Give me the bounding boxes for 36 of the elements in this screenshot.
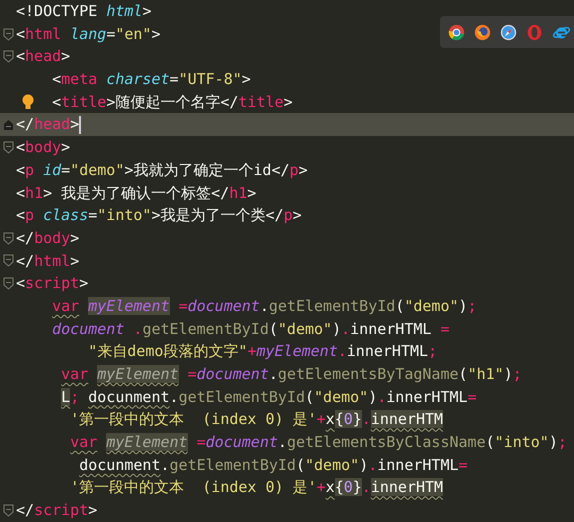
code-line: <!DOCTYPE html>	[16, 1, 152, 22]
code-line: </head>	[16, 114, 82, 136]
code-line: "来自demo段落的文字"+myElement.innerHTML;	[88, 341, 438, 362]
code-line: var myElement =document.getElementById("demo");	[52, 296, 477, 317]
code-line: <head>	[16, 46, 70, 68]
fold-icon[interactable]	[2, 50, 14, 64]
lightbulb-icon[interactable]	[22, 94, 34, 110]
code-line: document .getElementById("demo").innerHTML =	[52, 318, 450, 340]
ring-icon[interactable]	[526, 24, 543, 40]
code-line: '第一段中的文本 (index 0) 是'+x{0}.innerHTM	[70, 477, 444, 498]
code-line: var myElement =document.getElementsByTagName("h1");	[61, 364, 522, 385]
fold-icon[interactable]	[2, 254, 14, 268]
code-line: <meta charset="UTF-8">	[52, 69, 251, 90]
code-line: <title>随便起一个名字</title>	[52, 92, 293, 113]
bookmark-icon	[2, 118, 14, 131]
compass-icon[interactable]	[500, 24, 517, 40]
code-line: <script>	[16, 273, 88, 294]
chrome-like-icon[interactable]	[448, 24, 465, 40]
fold-icon[interactable]	[2, 277, 14, 290]
fold-icon[interactable]	[2, 232, 14, 245]
code-line: docunment.getElementById("demo").innerHTML=	[79, 454, 468, 476]
code-line: </body>	[16, 228, 80, 249]
code-line: var myElement =document.getElementsByClassName("into");	[70, 432, 567, 454]
fold-icon[interactable]	[2, 504, 14, 517]
code-line: <body>	[16, 137, 70, 158]
code-line: <html lang="en">	[16, 24, 160, 45]
code-line: </html>	[16, 250, 80, 272]
code-line: '第一段中的文本 (index 0) 是'+x{0}.innerHTM	[70, 409, 444, 430]
code-line: </script>	[16, 500, 98, 522]
fold-icon[interactable]	[2, 28, 14, 41]
fox-globe-icon[interactable]	[474, 24, 491, 40]
code-line: L; docunment.getElementById("demo").innerHTML=	[61, 386, 477, 408]
code-line: <p id="demo">我就为了确定一个id</p>	[16, 160, 308, 181]
fold-icon[interactable]	[2, 140, 14, 154]
code-line: <p class="into">我是为了一个类</p>	[16, 205, 302, 226]
code-line: <h1> 我是为了确认一个标签</h1>	[16, 182, 256, 204]
